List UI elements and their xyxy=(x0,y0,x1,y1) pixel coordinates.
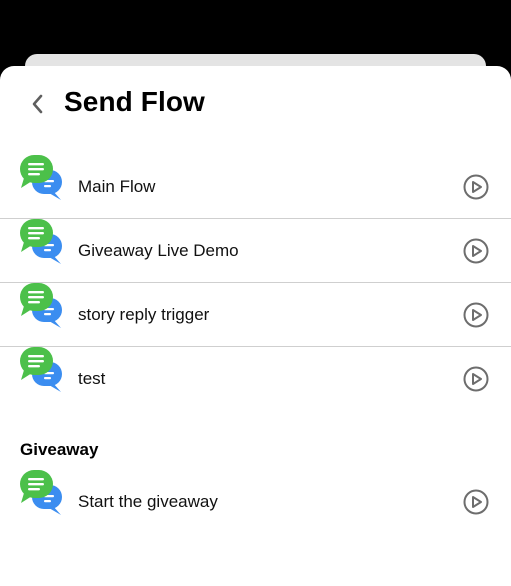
section-header-giveaway: Giveaway xyxy=(20,440,99,459)
play-circle-icon[interactable] xyxy=(463,489,489,515)
flow-item-start-the-giveaway[interactable]: Start the giveaway xyxy=(0,470,511,534)
flow-label: Giveaway Live Demo xyxy=(78,241,239,260)
chat-bubbles-icon xyxy=(20,155,62,200)
chat-bubbles-icon xyxy=(20,283,62,328)
flow-label: test xyxy=(78,369,106,388)
flow-item-test[interactable]: test xyxy=(0,347,511,411)
flow-label: story reply trigger xyxy=(78,305,210,324)
chevron-left-icon xyxy=(32,94,43,114)
chat-bubbles-icon xyxy=(20,470,62,515)
flow-item-giveaway-live-demo[interactable]: Giveaway Live Demo xyxy=(0,219,511,283)
page-title: Send Flow xyxy=(64,86,205,117)
flow-item-story-reply-trigger[interactable]: story reply trigger xyxy=(0,283,511,347)
flow-item-main-flow[interactable]: Main Flow xyxy=(0,155,511,219)
play-circle-icon[interactable] xyxy=(463,238,489,264)
play-circle-icon[interactable] xyxy=(463,174,489,200)
chat-bubbles-icon xyxy=(20,219,62,264)
chat-bubbles-icon xyxy=(20,347,62,392)
flow-label: Main Flow xyxy=(78,177,156,196)
play-circle-icon[interactable] xyxy=(463,366,489,392)
flow-label: Start the giveaway xyxy=(78,492,218,511)
back-button[interactable] xyxy=(26,92,48,116)
play-circle-icon[interactable] xyxy=(463,302,489,328)
send-flow-sheet: Send Flow Main Flow Giveaway Live Demo s… xyxy=(0,66,511,586)
